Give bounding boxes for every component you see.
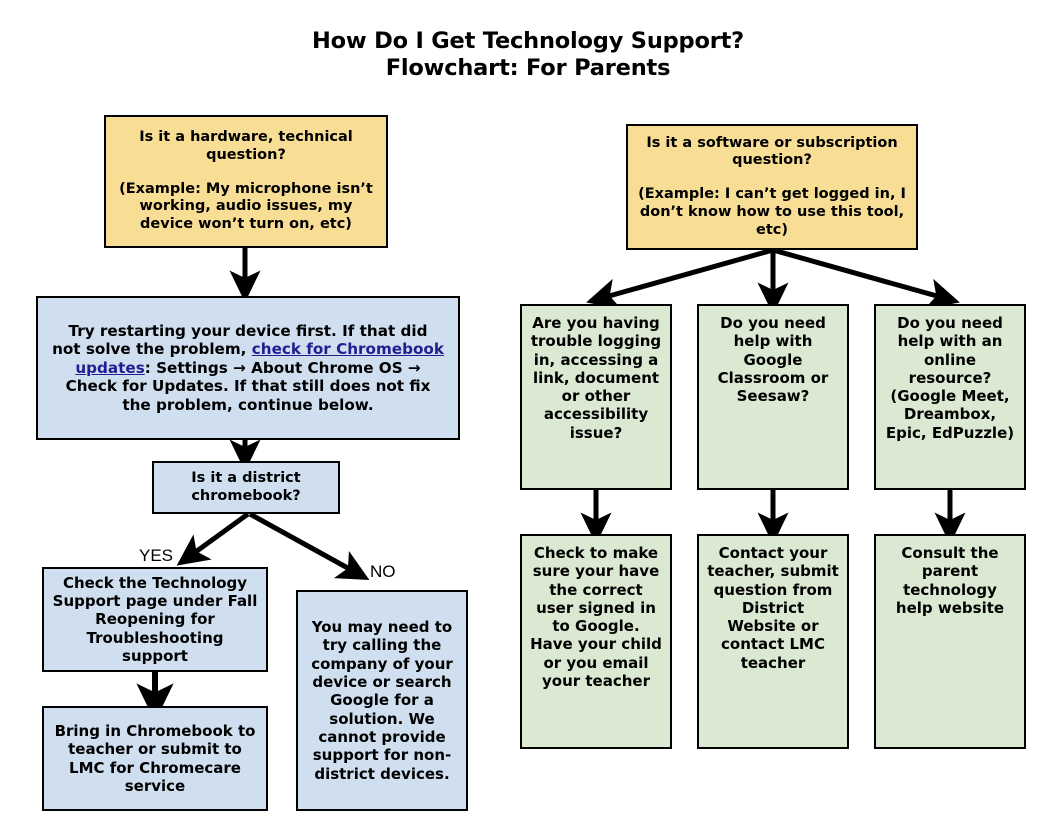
page-title-line-1: How Do I Get Technology Support? — [311, 28, 745, 54]
node-classroom-seesaw-question: Do you need help with Google Classroom o… — [697, 304, 849, 490]
node-check-google-user-answer: Check to make sure your have the correct… — [520, 534, 672, 749]
software-question-text: Is it a software or subscription questio… — [646, 134, 898, 169]
hardware-question-example: (Example: My microphone isn’t working, a… — [119, 180, 373, 233]
edge-label-yes: YES — [139, 546, 174, 565]
page-title-line-2: Flowchart: For Parents — [385, 54, 671, 81]
node-software-question: Is it a software or subscription questio… — [626, 124, 918, 250]
edge-label-no: NO — [370, 562, 396, 581]
node-technology-support-page: Check the Technology Support page under … — [42, 567, 268, 672]
node-restart-device: Try restarting your device first. If tha… — [36, 296, 460, 440]
node-bring-in-chromebook: Bring in Chromebook to teacher or submit… — [42, 706, 268, 811]
node-parent-help-website-answer: Consult the parent technology help websi… — [874, 534, 1026, 749]
node-login-trouble-question: Are you having trouble logging in, acces… — [520, 304, 672, 490]
restart-device-text: Try restarting your device first. If tha… — [52, 322, 444, 415]
arrow-decision-no — [248, 511, 370, 580]
hardware-question-text: Is it a hardware, technical question? — [139, 129, 353, 163]
online-resource-question-text: Do you need help with an online resource… — [885, 314, 1015, 442]
arrow-right-start-to-q1 — [586, 247, 774, 309]
page-title: How Do I Get Technology Support? Flowcha… — [0, 28, 1056, 81]
login-trouble-question-text: Are you having trouble logging in, acces… — [530, 314, 662, 442]
node-non-district-device: You may need to try calling the company … — [296, 590, 468, 811]
node-contact-teacher-answer: Contact your teacher, submit question fr… — [697, 534, 849, 749]
node-online-resource-question: Do you need help with an online resource… — [874, 304, 1026, 490]
arrow-decision-yes — [176, 511, 250, 566]
arrow-right-start-to-q3 — [772, 247, 960, 309]
software-question-example: (Example: I can’t get logged in, I don’t… — [638, 186, 906, 238]
classroom-seesaw-question-text: Do you need help with Google Classroom o… — [717, 314, 829, 406]
contact-teacher-answer-text: Contact your teacher, submit question fr… — [707, 544, 839, 672]
node-district-chromebook-decision: Is it a district chromebook? — [152, 461, 340, 514]
technology-support-page-text: Check the Technology Support page under … — [52, 573, 258, 665]
non-district-device-text: You may need to try calling the company … — [311, 618, 453, 783]
bring-in-chromebook-text: Bring in Chromebook to teacher or submit… — [54, 721, 256, 795]
node-hardware-question: Is it a hardware, technical question? (E… — [104, 115, 388, 248]
parent-help-website-answer-text: Consult the parent technology help websi… — [895, 544, 1005, 617]
district-chromebook-text: Is it a district chromebook? — [191, 469, 301, 504]
check-google-user-answer-text: Check to make sure your have the correct… — [530, 544, 662, 691]
